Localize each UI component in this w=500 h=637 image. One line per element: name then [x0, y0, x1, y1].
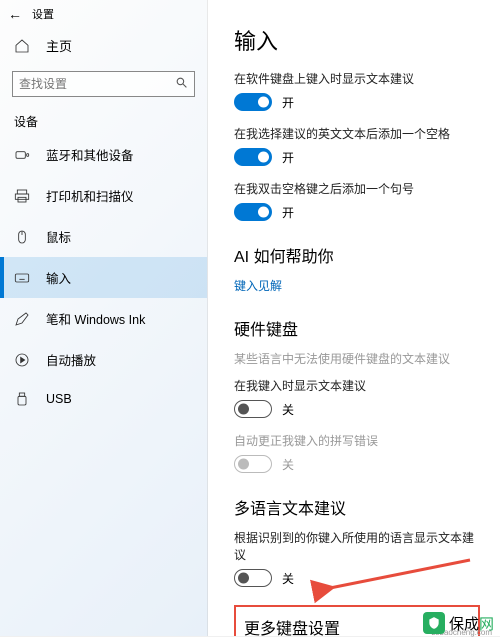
toggle-row: 关: [234, 400, 480, 418]
page-title: 输入: [234, 24, 480, 56]
toggle-state: 开: [282, 94, 294, 111]
bluetooth-icon: [14, 147, 30, 163]
setting-label: 在我选择建议的英文文本后添加一个空格: [234, 125, 480, 142]
toggle-row: 开: [234, 148, 480, 166]
search-icon: [175, 76, 188, 92]
usb-icon: [14, 391, 30, 407]
toggle-switch[interactable]: [234, 203, 272, 221]
setting-label: 自动更正我键入的拼写错误: [234, 432, 480, 449]
toggle-switch[interactable]: [234, 93, 272, 111]
toggle-switch[interactable]: [234, 569, 272, 587]
section-hardware-keyboard: 硬件键盘: [234, 316, 480, 340]
pen-icon: [14, 311, 30, 327]
settings-sidebar: ← 设置 主页 设备 蓝牙和其他设备 打印机和扫描仪 鼠标 输入 笔和 Wind…: [0, 0, 208, 636]
window-title: 设置: [32, 6, 54, 22]
printer-icon: [14, 188, 30, 204]
section-multilingual: 多语言文本建议: [234, 495, 480, 519]
sidebar-item-pen[interactable]: 笔和 Windows Ink: [0, 298, 207, 339]
sidebar-item-label: 笔和 Windows Ink: [46, 309, 145, 328]
setting-label: 在我键入时显示文本建议: [234, 377, 480, 394]
sidebar-item-typing[interactable]: 输入: [0, 257, 207, 298]
sidebar-item-label: 打印机和扫描仪: [46, 186, 134, 205]
toggle-row: 开: [234, 203, 480, 221]
sidebar-item-bluetooth[interactable]: 蓝牙和其他设备: [0, 134, 207, 175]
toggle-switch: [234, 455, 272, 473]
home-icon: [14, 38, 30, 54]
sidebar-item-label: 自动播放: [46, 350, 96, 369]
toggle-state: 关: [282, 570, 294, 587]
autoplay-icon: [14, 352, 30, 368]
toggle-row: 开: [234, 93, 480, 111]
window-header: ← 设置: [0, 0, 207, 26]
toggle-state: 开: [282, 204, 294, 221]
watermark: 保成网: [423, 612, 494, 634]
sidebar-item-printers[interactable]: 打印机和扫描仪: [0, 175, 207, 216]
sidebar-item-label: 输入: [46, 268, 71, 287]
setting-label: 在我双击空格键之后添加一个句号: [234, 180, 480, 197]
sidebar-item-label: USB: [46, 392, 72, 406]
sidebar-item-autoplay[interactable]: 自动播放: [0, 339, 207, 380]
setting-note: 某些语言中无法使用硬件键盘的文本建议: [234, 350, 480, 367]
section-devices: 设备: [0, 107, 207, 134]
back-icon[interactable]: ←: [8, 6, 22, 22]
sidebar-item-home[interactable]: 主页: [0, 26, 207, 65]
toggle-state: 关: [282, 401, 294, 418]
sidebar-item-usb[interactable]: USB: [0, 380, 207, 418]
content-pane: 输入 在软件键盘上键入时显示文本建议 开 在我选择建议的英文文本后添加一个空格 …: [208, 0, 500, 636]
setting-label: 根据识别到的你键入所使用的语言显示文本建议: [234, 529, 480, 563]
sidebar-item-label: 蓝牙和其他设备: [46, 145, 134, 164]
link-typing-insights[interactable]: 键入见解: [234, 277, 480, 294]
section-ai: AI 如何帮助你: [234, 243, 480, 267]
watermark-text: 保成网: [449, 613, 494, 634]
home-label: 主页: [46, 36, 72, 55]
toggle-switch[interactable]: [234, 148, 272, 166]
mouse-icon: [14, 229, 30, 245]
search-input[interactable]: [12, 71, 195, 97]
toggle-switch[interactable]: [234, 400, 272, 418]
shield-icon: [423, 612, 445, 634]
toggle-row: 关: [234, 455, 480, 473]
keyboard-icon: [14, 270, 30, 286]
search-field[interactable]: [19, 77, 175, 91]
toggle-state: 开: [282, 149, 294, 166]
toggle-state: 关: [282, 456, 294, 473]
sidebar-item-mouse[interactable]: 鼠标: [0, 216, 207, 257]
sidebar-item-label: 鼠标: [46, 227, 71, 246]
toggle-row: 关: [234, 569, 480, 587]
setting-label: 在软件键盘上键入时显示文本建议: [234, 70, 480, 87]
